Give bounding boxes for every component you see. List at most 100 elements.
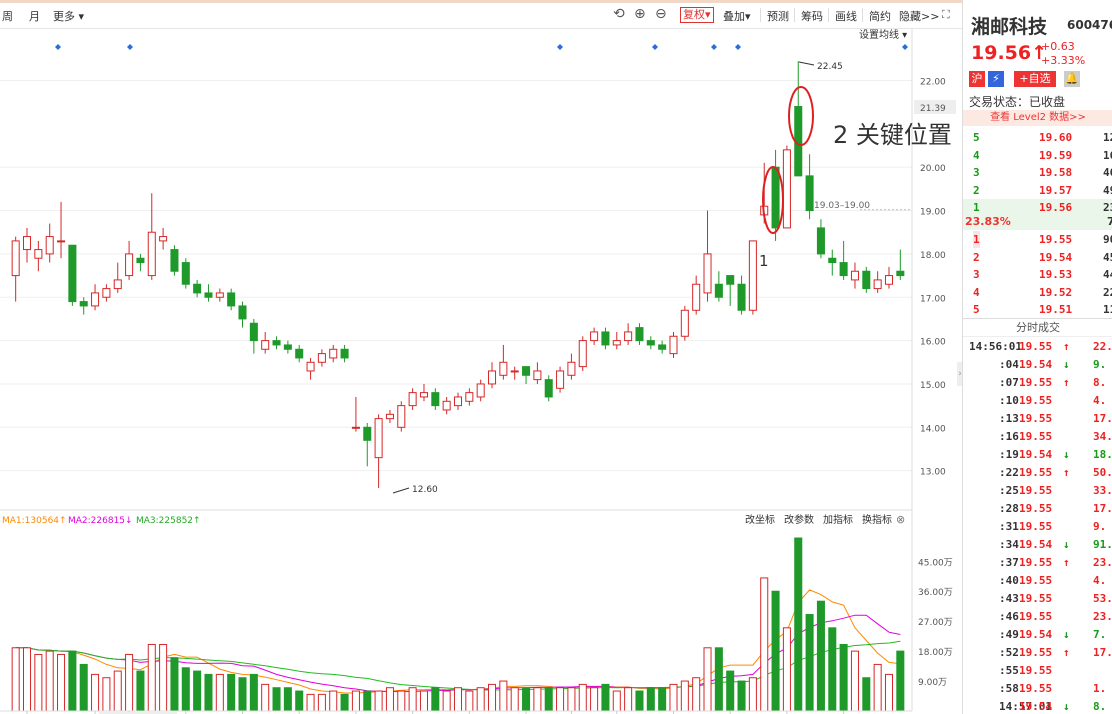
candle-body [170, 249, 179, 272]
tick-row[interactable]: :31 19.55 9. [963, 518, 1112, 536]
flash-icon[interactable]: ⚡ [988, 71, 1004, 87]
tick-time: :58 [999, 682, 1019, 695]
buy-order-row[interactable]: 4 19.52 22 [963, 284, 1112, 301]
tick-row[interactable]: :52 19.55 ↑ 17. [963, 644, 1112, 662]
tick-time: :34 [999, 538, 1019, 551]
candle-body [442, 400, 451, 411]
change-percent: +3.33% [1041, 54, 1086, 67]
volume-bar [102, 677, 111, 712]
tick-row[interactable]: :43 19.55 53. [963, 590, 1112, 608]
tick-price: 19.55 [1019, 502, 1053, 515]
volume-bar [204, 673, 213, 712]
tick-row[interactable]: :46 19.55 23. [963, 608, 1112, 626]
candle-body [329, 348, 338, 359]
tick-time: :16 [999, 430, 1019, 443]
tick-row[interactable]: 14:56:01 19.55 ↑ 22. [963, 338, 1112, 356]
candle-body [238, 305, 247, 320]
sell-order-row[interactable]: 2 19.57 49 [963, 182, 1112, 199]
overlay-dropdown[interactable]: 叠加▾ [723, 8, 751, 24]
candle-body [703, 253, 712, 294]
volume-bar [635, 690, 644, 712]
candle-body [748, 240, 757, 311]
chevron-down-icon: ▾ [745, 10, 751, 23]
sell-order-row[interactable]: 4 19.59 16 [963, 147, 1112, 164]
tick-volume: 17. [1093, 646, 1112, 659]
tick-row[interactable]: :04 19.54 ↓ 9. [963, 356, 1112, 374]
tick-row[interactable]: :58 19.55 1. [963, 680, 1112, 698]
tick-direction: ↑ [1063, 646, 1070, 659]
candle-body [612, 340, 621, 346]
set-ma-button[interactable]: 设置均线 ▾ [859, 28, 907, 41]
tick-row[interactable]: :49 19.54 ↓ 7. [963, 626, 1112, 644]
tick-row[interactable]: :40 19.55 4. [963, 572, 1112, 590]
change-axis-button[interactable]: 改坐标 [745, 513, 775, 526]
tick-row[interactable]: :37 19.55 ↑ 23. [963, 554, 1112, 572]
tick-direction: ↑ [1063, 466, 1070, 479]
tick-row[interactable]: :19 19.54 ↓ 18. [963, 446, 1112, 464]
zoom-out-icon[interactable]: ⊖ [655, 6, 667, 22]
tick-row[interactable]: :13 19.55 17. [963, 410, 1112, 428]
tick-row[interactable]: :07 19.55 ↑ 8. [963, 374, 1112, 392]
chart-toolbar: 周 月 更多 ▾ ⟲ ⊕ ⊖ 复权▾ 叠加▾ 预测 筹码 画线 简约 隐藏>> … [0, 0, 962, 29]
range-label: 19.03–19.00 [814, 201, 870, 211]
tick-price: 19.55 [1019, 412, 1053, 425]
more-periods-button[interactable]: 更多 ▾ [53, 8, 84, 24]
tick-row[interactable]: :10 19.55 4. [963, 392, 1112, 410]
swap-indicator-button[interactable]: 换指标 [862, 513, 892, 526]
tick-time: :28 [999, 502, 1019, 515]
order-price: 19.51 [1039, 303, 1073, 316]
volume-bar [578, 683, 587, 712]
tick-row[interactable]: 14:57:01 19.54 ↓ 8. [963, 698, 1112, 714]
candle-body [850, 270, 859, 281]
buy-order-row[interactable]: 3 19.53 44 [963, 266, 1112, 283]
candle-body [57, 240, 66, 243]
chips-button[interactable]: 筹码 [801, 8, 823, 24]
tick-volume: 7. [1093, 628, 1107, 641]
volume-bar [896, 650, 905, 712]
volume-tick-label: 45.00万 [918, 558, 953, 568]
tick-row[interactable]: :16 19.55 34. [963, 428, 1112, 446]
tick-volume: 4. [1093, 394, 1107, 407]
draw-line-button[interactable]: 画线 [835, 8, 857, 24]
tick-row[interactable]: :25 19.55 33. [963, 482, 1112, 500]
change-amount: +0.63 [1041, 40, 1075, 53]
period-month-button[interactable]: 月 [29, 8, 40, 24]
kline-chart[interactable]: 22.00 21.39 20.00 19.00 18.00 17.00 16.00 15.00… [0, 28, 962, 714]
trading-status: 交易状态：已收盘 [969, 95, 1066, 109]
candle-body [113, 279, 122, 290]
bell-icon[interactable]: 🔔 [1064, 71, 1080, 87]
candle-body [79, 301, 88, 307]
candle-body [533, 370, 542, 381]
ratio-value: 23.83% [965, 215, 1011, 228]
tick-row[interactable]: :22 19.55 ↑ 50. [963, 464, 1112, 482]
tick-row[interactable]: :34 19.54 ↓ 91. [963, 536, 1112, 554]
volume-bars [11, 537, 905, 712]
buy-order-row[interactable]: 2 19.54 45 [963, 249, 1112, 266]
zoom-in-icon[interactable]: ⊕ [634, 6, 646, 22]
forecast-button[interactable]: 预测 [767, 8, 789, 24]
fullscreen-icon[interactable]: ⛶ [942, 8, 950, 22]
tick-row[interactable]: :55 19.55 [963, 662, 1112, 680]
change-params-button[interactable]: 改参数 [784, 513, 814, 526]
sell-order-row[interactable]: 5 19.60 12 [963, 129, 1112, 146]
close-icon[interactable]: ⊗ [896, 513, 905, 526]
simple-mode-button[interactable]: 简约 [869, 8, 891, 24]
volume-bar [419, 690, 428, 712]
candle-body [215, 292, 224, 298]
price-change: +0.63 +3.33% [1041, 40, 1085, 68]
order-price: 19.57 [1039, 183, 1073, 197]
volume-bar [850, 650, 859, 712]
level2-link[interactable]: 查看 Level2 数据>> [963, 110, 1112, 126]
adjust-rights-dropdown[interactable]: 复权▾ [680, 7, 714, 23]
candle-body [828, 257, 837, 264]
add-indicator-button[interactable]: 加指标 [823, 513, 853, 526]
buy-order-row[interactable]: 1 19.55 90 [963, 231, 1112, 248]
volume-bar [125, 653, 134, 712]
add-watchlist-button[interactable]: +自选 [1014, 71, 1056, 87]
sell-order-row[interactable]: 3 19.58 46 [963, 164, 1112, 181]
undo-icon[interactable]: ⟲ [613, 6, 625, 22]
hide-panel-button[interactable]: 隐藏>> [899, 8, 939, 24]
tick-row[interactable]: :28 19.55 17. [963, 500, 1112, 518]
period-week-button[interactable]: 周 [2, 8, 13, 24]
buy-order-row[interactable]: 5 19.51 11 [963, 301, 1112, 318]
